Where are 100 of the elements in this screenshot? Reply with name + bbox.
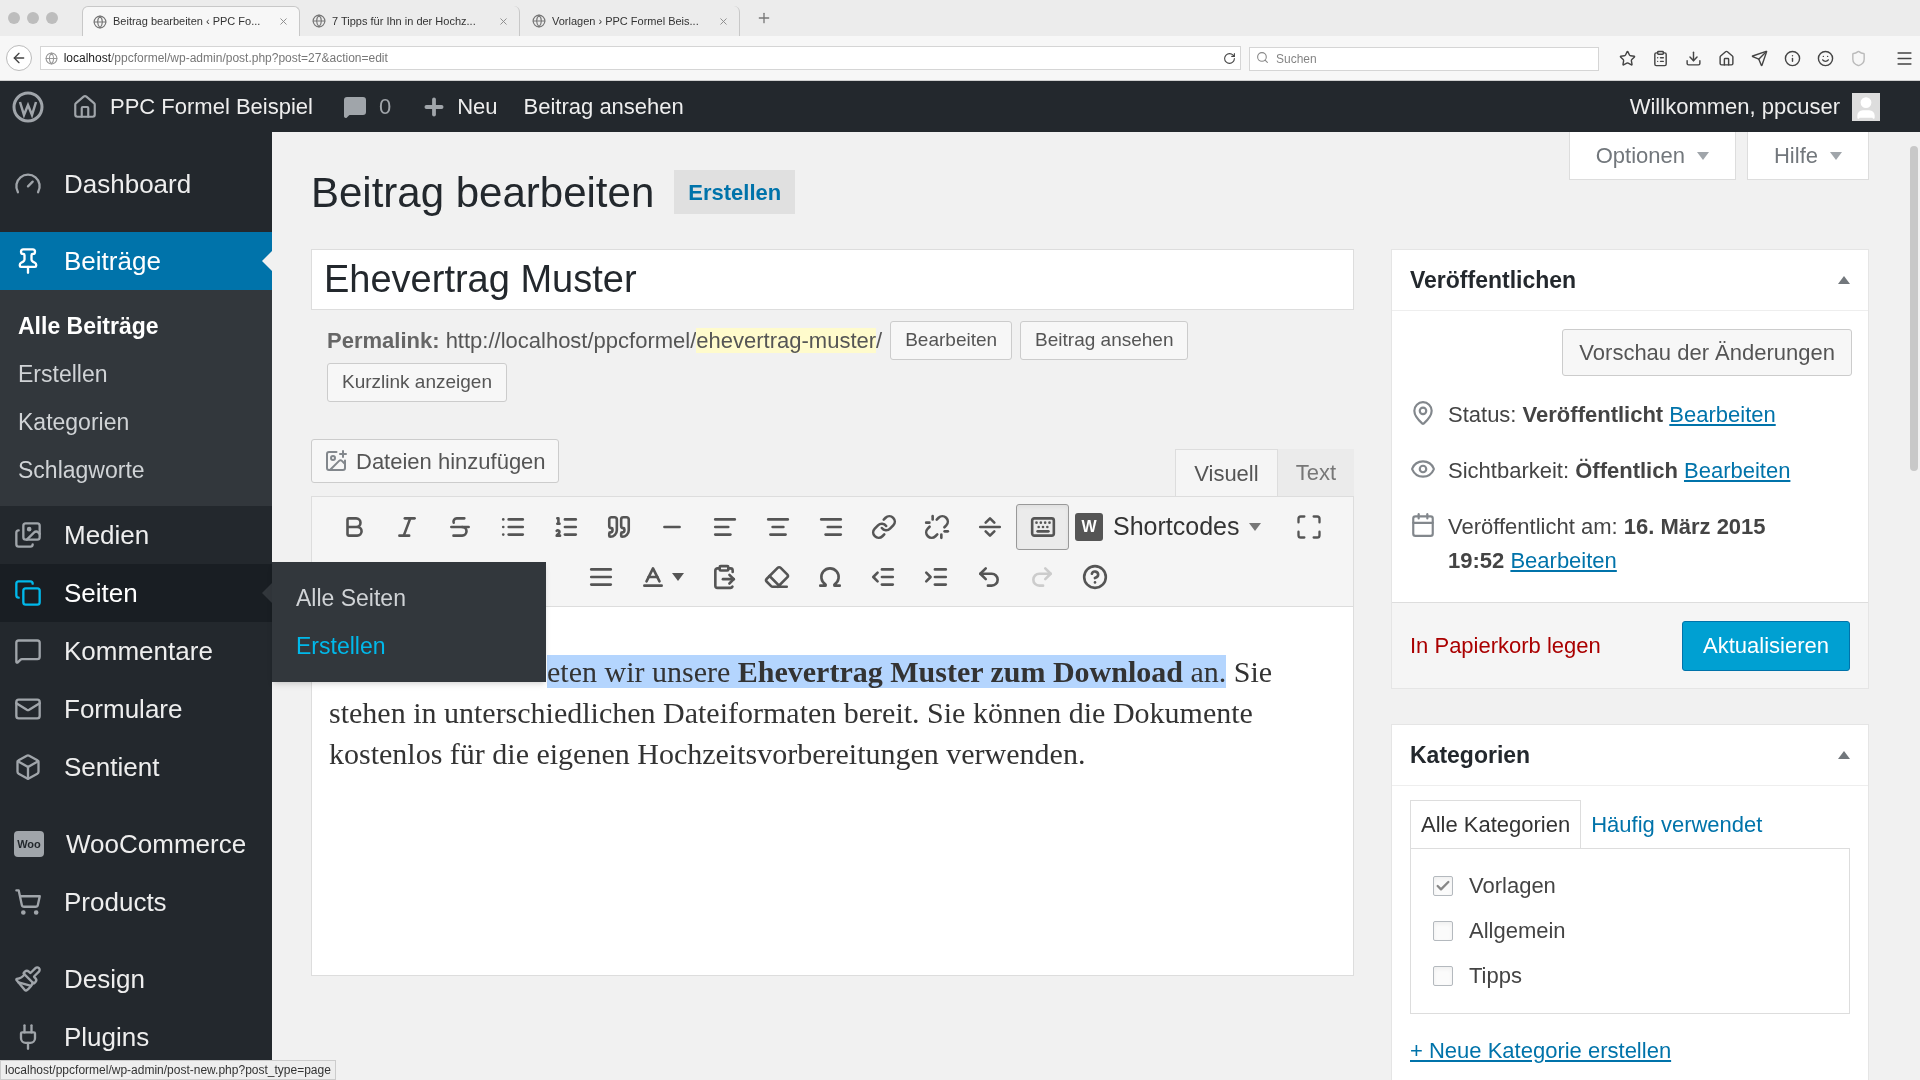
add-media-button[interactable]: Dateien hinzufügen [311,439,559,483]
close-icon[interactable] [278,16,289,27]
category-label: Vorlagen [1469,872,1556,900]
permalink-button[interactable]: Bearbeiten [890,321,1013,360]
tab-title: Vorlagen › PPC Formel Beis... [552,13,700,29]
smiley-icon[interactable] [1817,49,1834,67]
comment-count[interactable]: 0 [378,90,392,123]
box-icon [14,753,42,781]
globe-icon [532,14,546,28]
map-pin-icon [1410,400,1436,426]
home-icon[interactable] [72,93,98,120]
sidebar-item[interactable]: Formulare [0,680,272,738]
post-title-field[interactable]: Ehevertrag Muster [311,249,1354,310]
screen-options-tab[interactable]: Optionen [1568,132,1736,180]
browser-tab[interactable]: Beitrag bearbeiten ‹ PPC Fo... [82,6,300,36]
edit-link[interactable]: Bearbeiten [1510,548,1617,573]
site-name-link[interactable]: PPC Formel Beispiel [110,90,313,123]
keyboard-icon[interactable] [1016,503,1069,550]
back-button[interactable] [6,45,32,71]
media-icon [324,449,348,473]
close-icon[interactable] [498,15,509,27]
paragraph-line: eten wir unsere Ehevertrag Muster zum Download an. Sie [547,654,1273,690]
globe-icon [44,51,58,65]
paragraph-line: kostenlos für die eigenen Hochzeitsvorbereitungen verwenden. [329,736,1086,772]
preview-button[interactable]: Vorschau der Änderungen [1562,329,1852,376]
sidebar-item[interactable]: Design [0,950,272,1008]
sidebar-item[interactable]: Beiträge [0,232,272,290]
sidebar-item[interactable]: Sentient [0,738,272,796]
category-checkbox[interactable] [1433,965,1453,986]
globe-icon [93,14,107,29]
permalink-button[interactable]: Beitrag ansehen [1020,321,1189,360]
sidebar-item[interactable]: Seiten [0,564,272,622]
collapse-icon [1838,276,1850,284]
view-post-link[interactable]: Beitrag ansehen [523,90,684,123]
tab-title: Beitrag bearbeiten ‹ PPC Fo... [113,14,262,30]
sidebar-item[interactable]: Products [0,873,272,931]
url-field[interactable]: localhost/ppcformel/wp-admin/post.php?post=27&action=edit [39,46,1241,70]
sidebar-item[interactable]: Woo WooCommerce [0,815,272,873]
flyout-item[interactable]: Erstellen [272,622,546,670]
shortcodes-dropdown[interactable]: W Shortcodes [1075,503,1262,550]
caret-icon [1697,151,1709,160]
star-icon[interactable] [1619,49,1636,67]
box-title: Veröffentlichen [1410,265,1577,295]
edit-link[interactable]: Bearbeiten [1669,402,1776,427]
screen-options-tab[interactable]: Hilfe [1747,132,1869,180]
welcome-text[interactable]: Willkommen, ppcuser [1629,90,1840,123]
category-tab[interactable]: Häufig verwendet [1581,800,1773,848]
box-title: Kategorien [1410,740,1531,770]
speech-bubble-icon[interactable] [342,94,367,119]
sidebar-item[interactable]: Kommentare [0,622,272,680]
collapse-icon [1838,751,1850,759]
add-new-button[interactable]: Erstellen [674,170,796,214]
caret-icon [1249,522,1262,531]
permalink-button[interactable]: Kurzlink anzeigen [327,363,507,402]
category-checkbox[interactable] [1433,875,1453,896]
editor-tab[interactable]: Text [1277,449,1354,496]
category-label: Tipps [1469,962,1522,990]
info-icon[interactable] [1784,49,1801,67]
permalink-text: Permalink: http://localhost/ppcformel/ehevertrag-muster/ [327,327,883,355]
reload-icon[interactable] [1223,51,1236,65]
trash-link[interactable]: In Papierkorb legen [1410,629,1601,662]
submenu-item[interactable]: Kategorien [0,398,272,446]
close-icon[interactable] [718,15,729,27]
wordpress-logo-icon[interactable] [12,90,44,123]
editor-tab[interactable]: Visuell [1175,449,1278,496]
category-tab[interactable]: Alle Kategorien [1410,800,1582,848]
new-link[interactable]: Neu [457,90,498,123]
sidebar-item[interactable]: Medien [0,506,272,564]
publish-info: Sichtbarkeit: Öffentlich Bearbeiten [1448,457,1791,485]
submenu-item[interactable]: Erstellen [0,350,272,398]
paintbrush-icon [14,965,42,993]
download-icon[interactable] [1685,49,1702,67]
home-icon[interactable] [1718,49,1735,67]
caret-icon [672,572,684,581]
category-checkbox[interactable] [1433,920,1453,941]
avatar-icon[interactable] [1852,92,1880,121]
search-icon [1256,51,1269,64]
cart-icon [14,888,42,916]
submenu-item[interactable]: Alle Beiträge [0,302,272,350]
sidebar-item[interactable]: Dashboard [0,155,272,213]
page-title: Beitrag bearbeiten [311,167,655,218]
submenu-item[interactable]: Schlagworte [0,446,272,494]
edit-link[interactable]: Bearbeiten [1684,458,1791,483]
speech-bubble-icon [14,637,42,665]
calendar-icon [1410,512,1436,538]
scrollbar-thumb[interactable] [1910,146,1918,471]
pages-icon [14,579,42,607]
paper-plane-icon[interactable] [1751,49,1768,67]
menu-pointer [262,251,272,271]
new-tab-icon[interactable] [756,10,772,26]
link-preview-tooltip: localhost/ppcformel/wp-admin/post-new.php?post_type=page [0,1060,336,1080]
publish-info: Veröffentlicht am: 16. März 2015 19:52 Bearbeiten [1448,513,1766,575]
reading-list-icon[interactable] [1652,49,1669,67]
search-field[interactable]: Suchen [1249,47,1599,71]
tab-title: 7 Tipps für Ihn in der Hochz... [332,13,477,29]
flyout-item[interactable]: Alle Seiten [272,574,546,622]
globe-icon [312,14,326,28]
caret-icon [1830,151,1842,160]
add-category-link[interactable]: + Neue Kategorie erstellen [1410,1034,1672,1067]
fullscreen-icon[interactable] [1295,512,1323,541]
